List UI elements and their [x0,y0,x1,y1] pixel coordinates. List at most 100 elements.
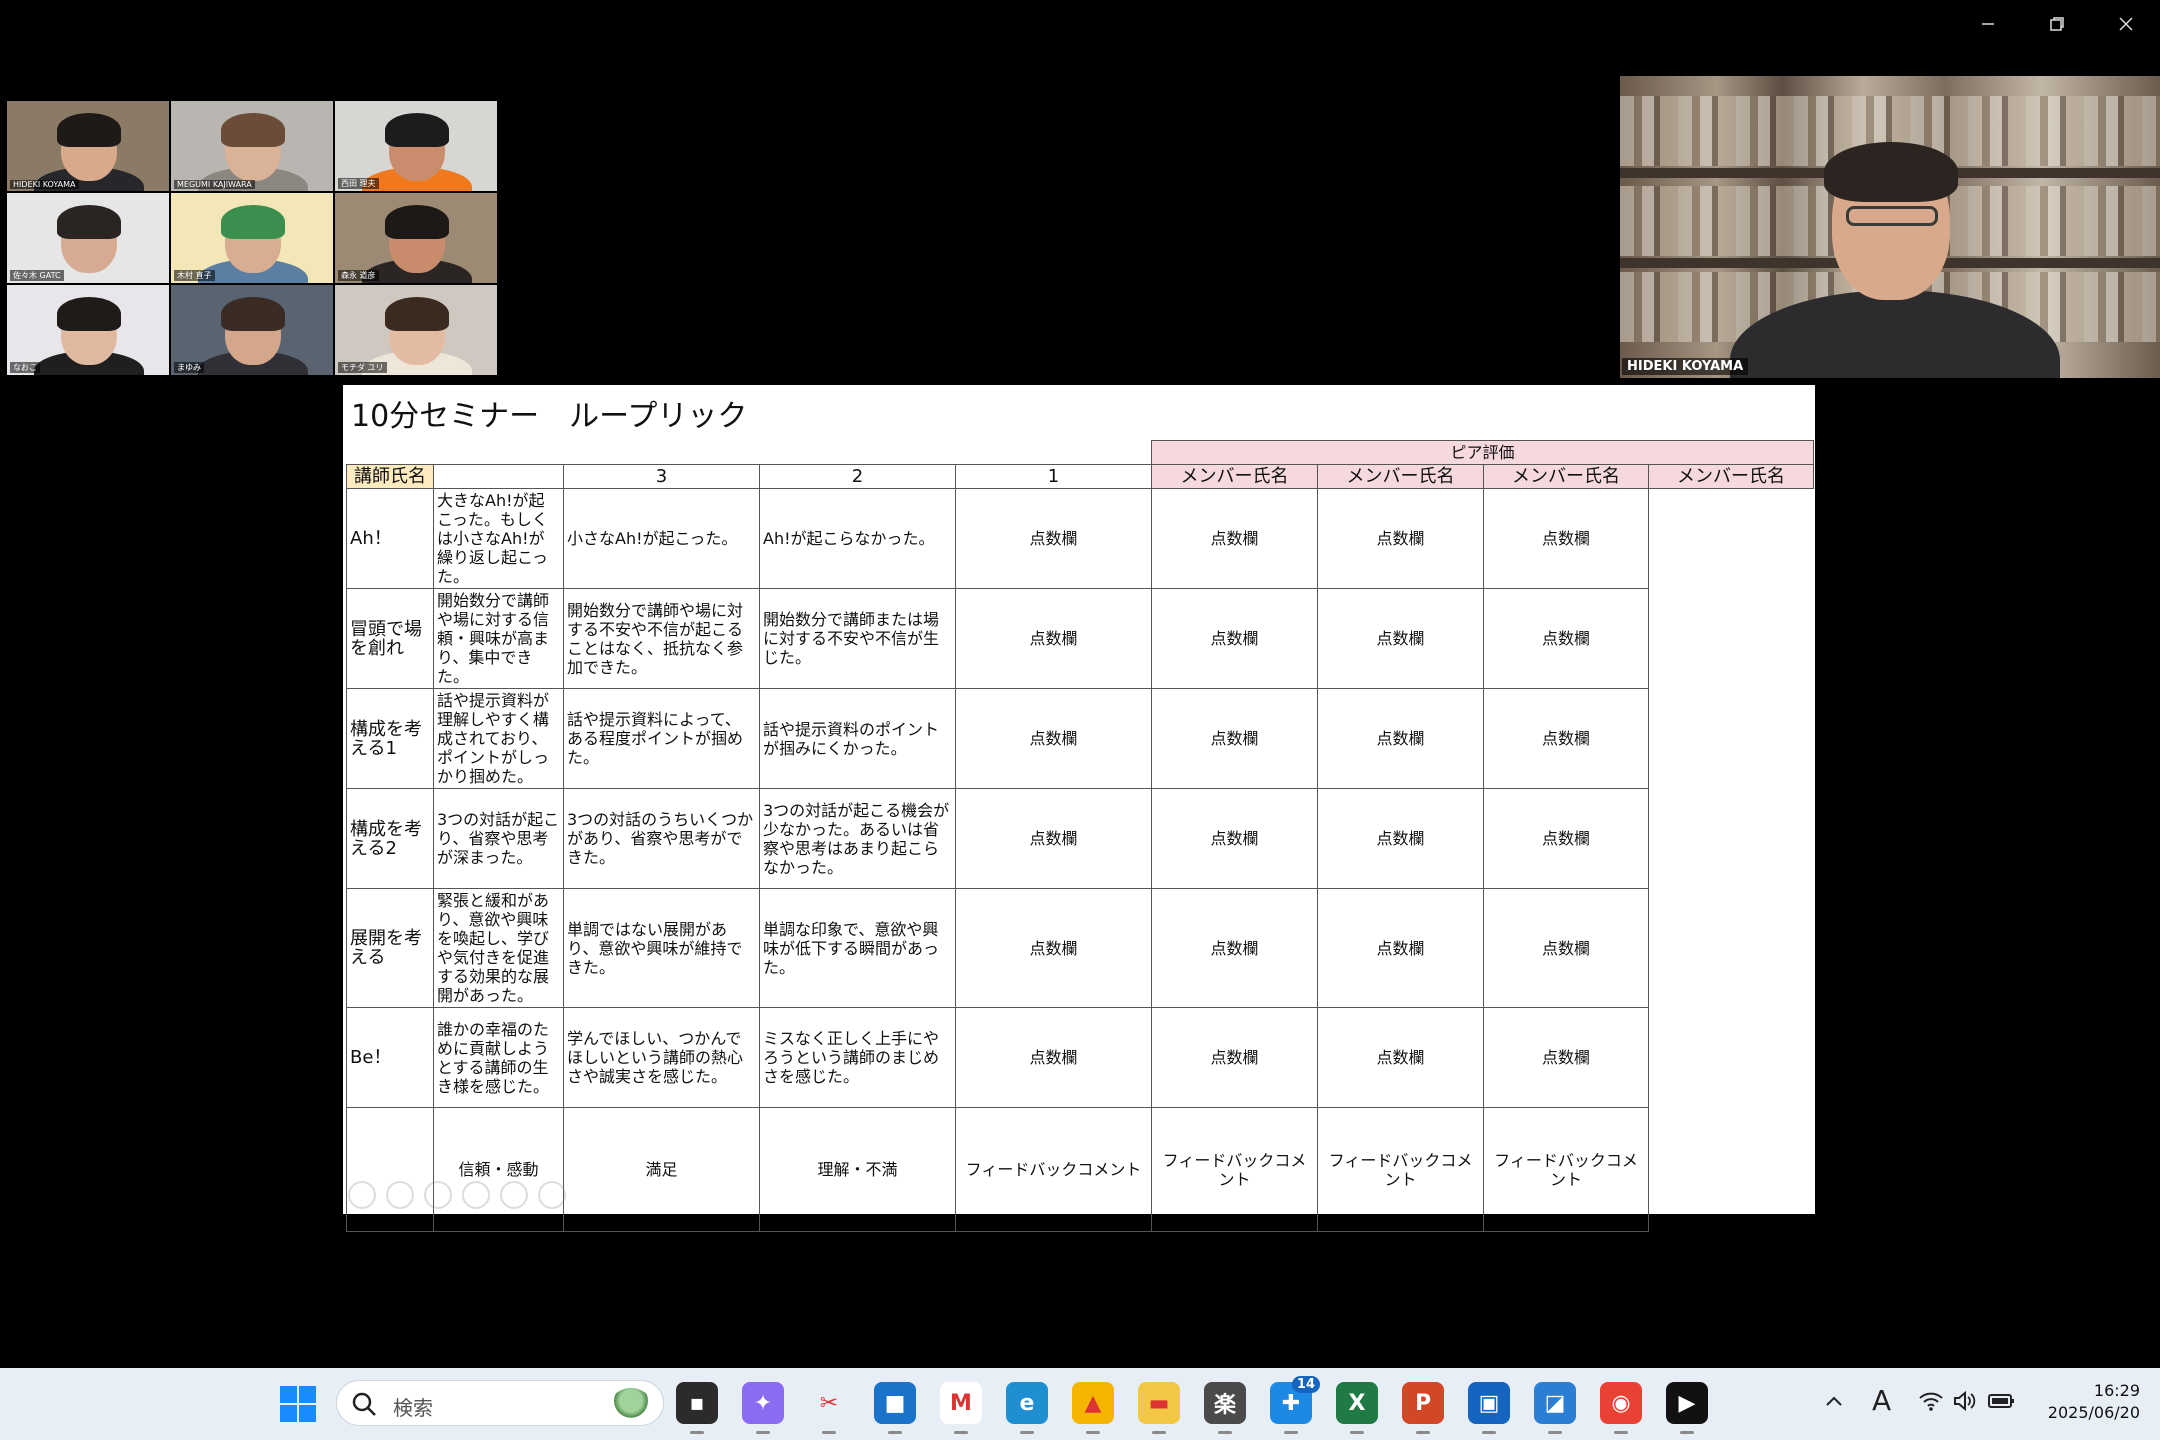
running-indicator [1284,1431,1298,1434]
participant-tile[interactable]: モチダ ユリ [334,284,498,376]
snipping-tool-icon[interactable]: ✂ [808,1382,850,1434]
rubric-row: 構成を考える1 話や提示資料が理解しやすく構成されており、ポイントがしっかり掴めた… [346,688,1814,789]
criterion-level-2: 単調ではない展開があり、意欲や興味が維持できた。 [563,888,760,1008]
pen-icon[interactable] [424,1181,452,1209]
score-cell: 点数欄 [955,788,1152,889]
header-row: 講師氏名 3 2 1 メンバー氏名 メンバー氏名 メンバー氏名 メンバー氏名 [346,464,1814,489]
windows-start-icon[interactable] [278,1384,318,1424]
search-input[interactable]: 検索 [336,1380,664,1426]
teacher-name-cell: 講師氏名 [346,464,434,489]
member-header: メンバー氏名 [1151,464,1318,489]
zoom-icon[interactable] [500,1181,528,1209]
next-slide-icon[interactable] [386,1181,414,1209]
running-indicator [1218,1431,1232,1434]
criterion-label: 構成を考える2 [346,788,434,889]
criterion-level-1: Ah!が起こらなかった。 [759,488,956,589]
criterion-level-1: ミスなく正しく上手にやろうという講師のまじめさを感じた。 [759,1007,956,1108]
feedback-comment-cell: フィードバックコメント [1151,1107,1318,1232]
participant-tile[interactable]: 西田 理夫 [334,100,498,192]
close-icon[interactable] [2091,0,2160,48]
running-indicator [954,1431,968,1434]
media-player-icon[interactable]: ▶ [1666,1382,1708,1434]
footer-row: 信頼・感動 満足 理解・不満 フィードバックコメント フィードバックコメント フ… [346,1107,1814,1232]
powerpoint-glyph: P [1414,1390,1432,1416]
participant-tile[interactable]: 木村 直子 [170,192,334,284]
participant-name: なおこ [10,362,40,373]
battery-icon[interactable] [1988,1392,2016,1410]
google-drive-icon[interactable]: ▲ [1072,1382,1114,1434]
rubric-row: 構成を考える2 3つの対話が起こり、省察や思考が深まった。 3つの対話のうちいくつか… [346,788,1814,889]
criterion-level-2: 話や提示資料によって、ある程度ポイントが掴めた。 [563,688,760,789]
powerpoint-icon[interactable]: P [1402,1382,1444,1434]
edge-glyph: e [1019,1390,1035,1416]
excel-glyph: X [1348,1390,1366,1416]
feedback-comment-cell: フィードバックコメント [1483,1107,1649,1232]
ime-icon[interactable]: A [1872,1384,1891,1417]
criterion-label: 冒頭で場を創れ [346,588,434,689]
gmail-icon[interactable]: M [940,1382,982,1434]
minimize-icon[interactable] [1953,0,2022,48]
file-explorer-dark-icon[interactable]: ▪ [676,1382,718,1434]
rubric-table: ピア評価 講師氏名 3 2 1 メンバー氏名 メンバー氏名 メンバー氏名 メンバ… [346,440,1814,1232]
wifi-icon[interactable] [1918,1390,1944,1412]
copilot-icon[interactable]: ✦ [742,1382,784,1434]
system-clock[interactable]: 16:29 2025/06/20 [2048,1380,2140,1424]
score-cell: 点数欄 [1483,688,1649,789]
score-cell: 点数欄 [1483,788,1649,889]
restore-icon[interactable] [2022,0,2091,48]
criterion-level-1: 開始数分で講師または場に対する不安や不信が生じた。 [759,588,956,689]
messaging-icon[interactable]: ✚ 14 [1270,1376,1320,1434]
participant-name: 佐々木 GATC [10,270,64,281]
participant-tile[interactable]: なおこ [6,284,170,376]
member-header: メンバー氏名 [1483,464,1649,489]
slides-grid-icon[interactable] [462,1181,490,1209]
prev-slide-icon[interactable] [348,1181,376,1209]
participant-tile[interactable]: まゆみ [170,284,334,376]
score-cell: 点数欄 [955,888,1152,1008]
peer-evaluation-header: ピア評価 [1151,440,1814,465]
remote-desktop-icon[interactable]: ▣ [1468,1382,1510,1434]
participant-tile[interactable]: HIDEKI KOYAMA [6,100,170,192]
folder-icon[interactable]: ▬ [1138,1382,1180,1434]
microsoft-store-icon[interactable]: ■ [874,1382,916,1434]
edge-icon[interactable]: e [1006,1382,1048,1434]
score-cell: 点数欄 [955,688,1152,789]
photos-icon[interactable]: ◪ [1534,1382,1576,1434]
photos-glyph: ◪ [1544,1390,1566,1416]
score-cell: 点数欄 [1151,588,1318,689]
participant-tile[interactable]: 佐々木 GATC [6,192,170,284]
chrome-icon[interactable]: ◉ [1600,1382,1642,1434]
criterion-level-3: 誰かの幸福のために貢献しようとする講師の生き様を感じた。 [433,1007,564,1108]
running-indicator [1614,1431,1628,1434]
criterion-level-2: 学んでほしい、つかんでほしいという講師の熱心さや誠実さを感じた。 [563,1007,760,1108]
participant-tile[interactable]: 森永 道彦 [334,192,498,284]
criterion-label: Be！ [346,1007,434,1108]
remote-desktop-glyph: ▣ [1478,1390,1500,1416]
running-indicator [756,1431,770,1434]
volume-icon[interactable] [1952,1390,1976,1412]
more-options-icon[interactable] [538,1181,566,1209]
feedback-comment-cell: フィードバックコメント [955,1107,1152,1232]
speaker-name: HIDEKI KOYAMA [1622,358,1749,375]
google-drive-glyph: ▲ [1084,1390,1102,1416]
score-cell: 点数欄 [1151,1007,1318,1108]
slide-navigation [348,1181,566,1209]
snipping-tool-glyph: ✂ [819,1390,839,1416]
slide-title: 10分セミナー ループリック [351,399,748,434]
app-kanji-icon[interactable]: 楽 [1204,1382,1246,1434]
criterion-level-1: 話や提示資料のポイントが掴みにくかった。 [759,688,956,789]
criterion-level-2: 小さなAh!が起こった。 [563,488,760,589]
score-cell: 点数欄 [1483,888,1649,1008]
excel-icon[interactable]: X [1336,1382,1378,1434]
footer-2: 満足 [563,1107,760,1232]
running-indicator [1482,1431,1496,1434]
participant-tile[interactable]: MEGUMI KAJIWARA [170,100,334,192]
score-cell: 点数欄 [1151,888,1318,1008]
clock-date: 2025/06/20 [2047,1403,2140,1422]
score-cell: 点数欄 [1317,788,1484,889]
running-indicator [1416,1431,1430,1434]
clock-time: 16:29 [2093,1381,2140,1400]
chevron-up-icon[interactable] [1824,1392,1844,1412]
active-speaker-video[interactable]: HIDEKI KOYAMA [1620,76,2160,378]
participant-name: 木村 直子 [174,270,215,281]
